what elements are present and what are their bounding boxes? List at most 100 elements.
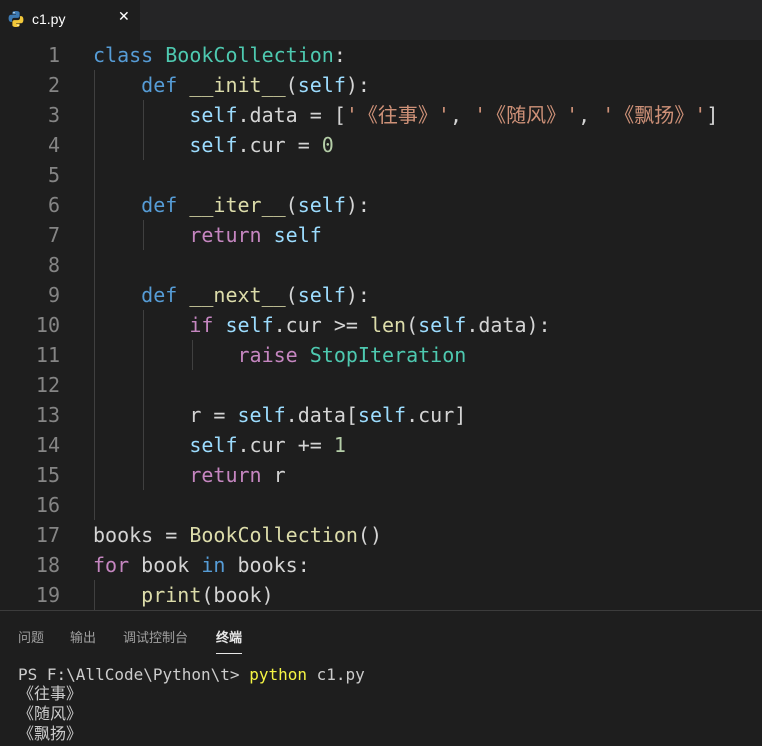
- code-line[interactable]: 15 return r: [0, 460, 762, 490]
- panel-tab-terminal[interactable]: 终端: [216, 627, 243, 654]
- code-line[interactable]: 5: [0, 160, 762, 190]
- code-line[interactable]: 7 return self: [0, 220, 762, 250]
- terminal-command-line[interactable]: PS F:\AllCode\Python\t> python c1.py: [18, 665, 365, 685]
- line-number: 10: [35, 313, 60, 337]
- terminal-output-line: 《飘扬》: [18, 724, 83, 743]
- code-line[interactable]: 13 r = self.data[self.cur]: [0, 400, 762, 430]
- code-token: self: [357, 403, 407, 427]
- code-token: '《随风》': [474, 103, 579, 127]
- code-token: (: [285, 283, 298, 307]
- code-text: print(book): [93, 580, 274, 610]
- code-token: .data):: [466, 313, 551, 337]
- line-number: 5: [47, 163, 60, 187]
- terminal-output-line: 《随风》: [18, 704, 83, 723]
- code-token: if: [189, 313, 214, 337]
- code-token: (: [406, 313, 419, 337]
- code-token: .data[: [285, 403, 358, 427]
- code-token: def: [141, 283, 178, 307]
- code-token: self: [189, 433, 238, 457]
- line-number: 19: [35, 583, 60, 607]
- code-line[interactable]: 1 class BookCollection:: [0, 40, 762, 70]
- line-number: 6: [47, 193, 60, 217]
- code-line[interactable]: 14 self.cur += 1: [0, 430, 762, 460]
- code-token: .cur >=: [273, 313, 370, 337]
- code-token: .cur]: [406, 403, 467, 427]
- code-token: books =: [93, 523, 190, 547]
- panel-tab-problems[interactable]: 问题: [18, 627, 44, 646]
- code-line[interactable]: 12: [0, 370, 762, 400]
- line-number: 2: [47, 73, 60, 97]
- code-text: if self.cur >= len(self.data):: [93, 310, 551, 340]
- tab-bar: c1.py ✕: [0, 0, 762, 40]
- line-number: 1: [47, 43, 60, 67]
- line-number: 7: [47, 223, 60, 247]
- code-token: self: [297, 283, 346, 307]
- line-number: 8: [47, 253, 60, 277]
- line-number: 13: [35, 403, 60, 427]
- code-token: ):: [345, 193, 370, 217]
- code-line[interactable]: 11 raise StopIteration: [0, 340, 762, 370]
- terminal-prompt: PS F:\AllCode\Python\t>: [18, 665, 250, 684]
- code-token: .cur =: [237, 133, 322, 157]
- code-token: book: [129, 553, 202, 577]
- code-text: class BookCollection:: [93, 40, 346, 70]
- code-line[interactable]: 4 self.cur = 0: [0, 130, 762, 160]
- panel-tab-debug-console[interactable]: 调试控制台: [123, 627, 188, 646]
- code-token: __iter__: [189, 193, 286, 217]
- code-line[interactable]: 10 if self.cur >= len(self.data):: [0, 310, 762, 340]
- python-icon: [8, 11, 24, 27]
- code-token: return: [189, 223, 262, 247]
- code-line[interactable]: 17 books = BookCollection(): [0, 520, 762, 550]
- code-text: def __iter__(self):: [93, 190, 370, 220]
- close-icon[interactable]: ✕: [118, 9, 130, 25]
- code-text: return self: [93, 220, 321, 250]
- line-number: 15: [35, 463, 60, 487]
- code-text: r = self.data[self.cur]: [93, 400, 466, 430]
- code-text: for book in books:: [93, 550, 310, 580]
- code-line[interactable]: 18 for book in books:: [0, 550, 762, 580]
- panel-tab-output[interactable]: 输出: [70, 627, 96, 646]
- code-line[interactable]: 9 def __next__(self):: [0, 280, 762, 310]
- code-token: self: [237, 403, 286, 427]
- code-line[interactable]: 8: [0, 250, 762, 280]
- code-token: (book): [201, 583, 274, 607]
- code-token: self: [225, 313, 274, 337]
- code-token: print: [141, 583, 202, 607]
- terminal-args: c1.py: [306, 665, 365, 684]
- terminal-output-line: 《往事》: [18, 684, 83, 703]
- editor-tab-c1py[interactable]: c1.py ✕: [0, 0, 140, 40]
- code-token: BookCollection: [165, 43, 334, 67]
- code-token: 0: [321, 133, 334, 157]
- code-token: len: [369, 313, 407, 337]
- code-line[interactable]: 6 def __iter__(self):: [0, 190, 762, 220]
- code-line[interactable]: 2 def __init__(self):: [0, 70, 762, 100]
- line-number: 16: [35, 493, 60, 517]
- code-token: in: [201, 553, 226, 577]
- code-line[interactable]: 3 self.data = ['《往事》', '《随风》', '《飘扬》']: [0, 100, 762, 130]
- code-token: ):: [345, 283, 370, 307]
- code-line[interactable]: 19 print(book): [0, 580, 762, 610]
- code-token: (: [285, 73, 298, 97]
- code-token: def: [141, 193, 178, 217]
- code-editor[interactable]: 1 class BookCollection: 2 def __init__(sel…: [0, 40, 762, 610]
- line-number: 18: [35, 553, 60, 577]
- code-token: ,: [449, 103, 475, 127]
- code-token: __init__: [189, 73, 286, 97]
- code-line[interactable]: 16: [0, 490, 762, 520]
- terminal-command: python: [249, 665, 307, 684]
- code-token: __next__: [189, 283, 286, 307]
